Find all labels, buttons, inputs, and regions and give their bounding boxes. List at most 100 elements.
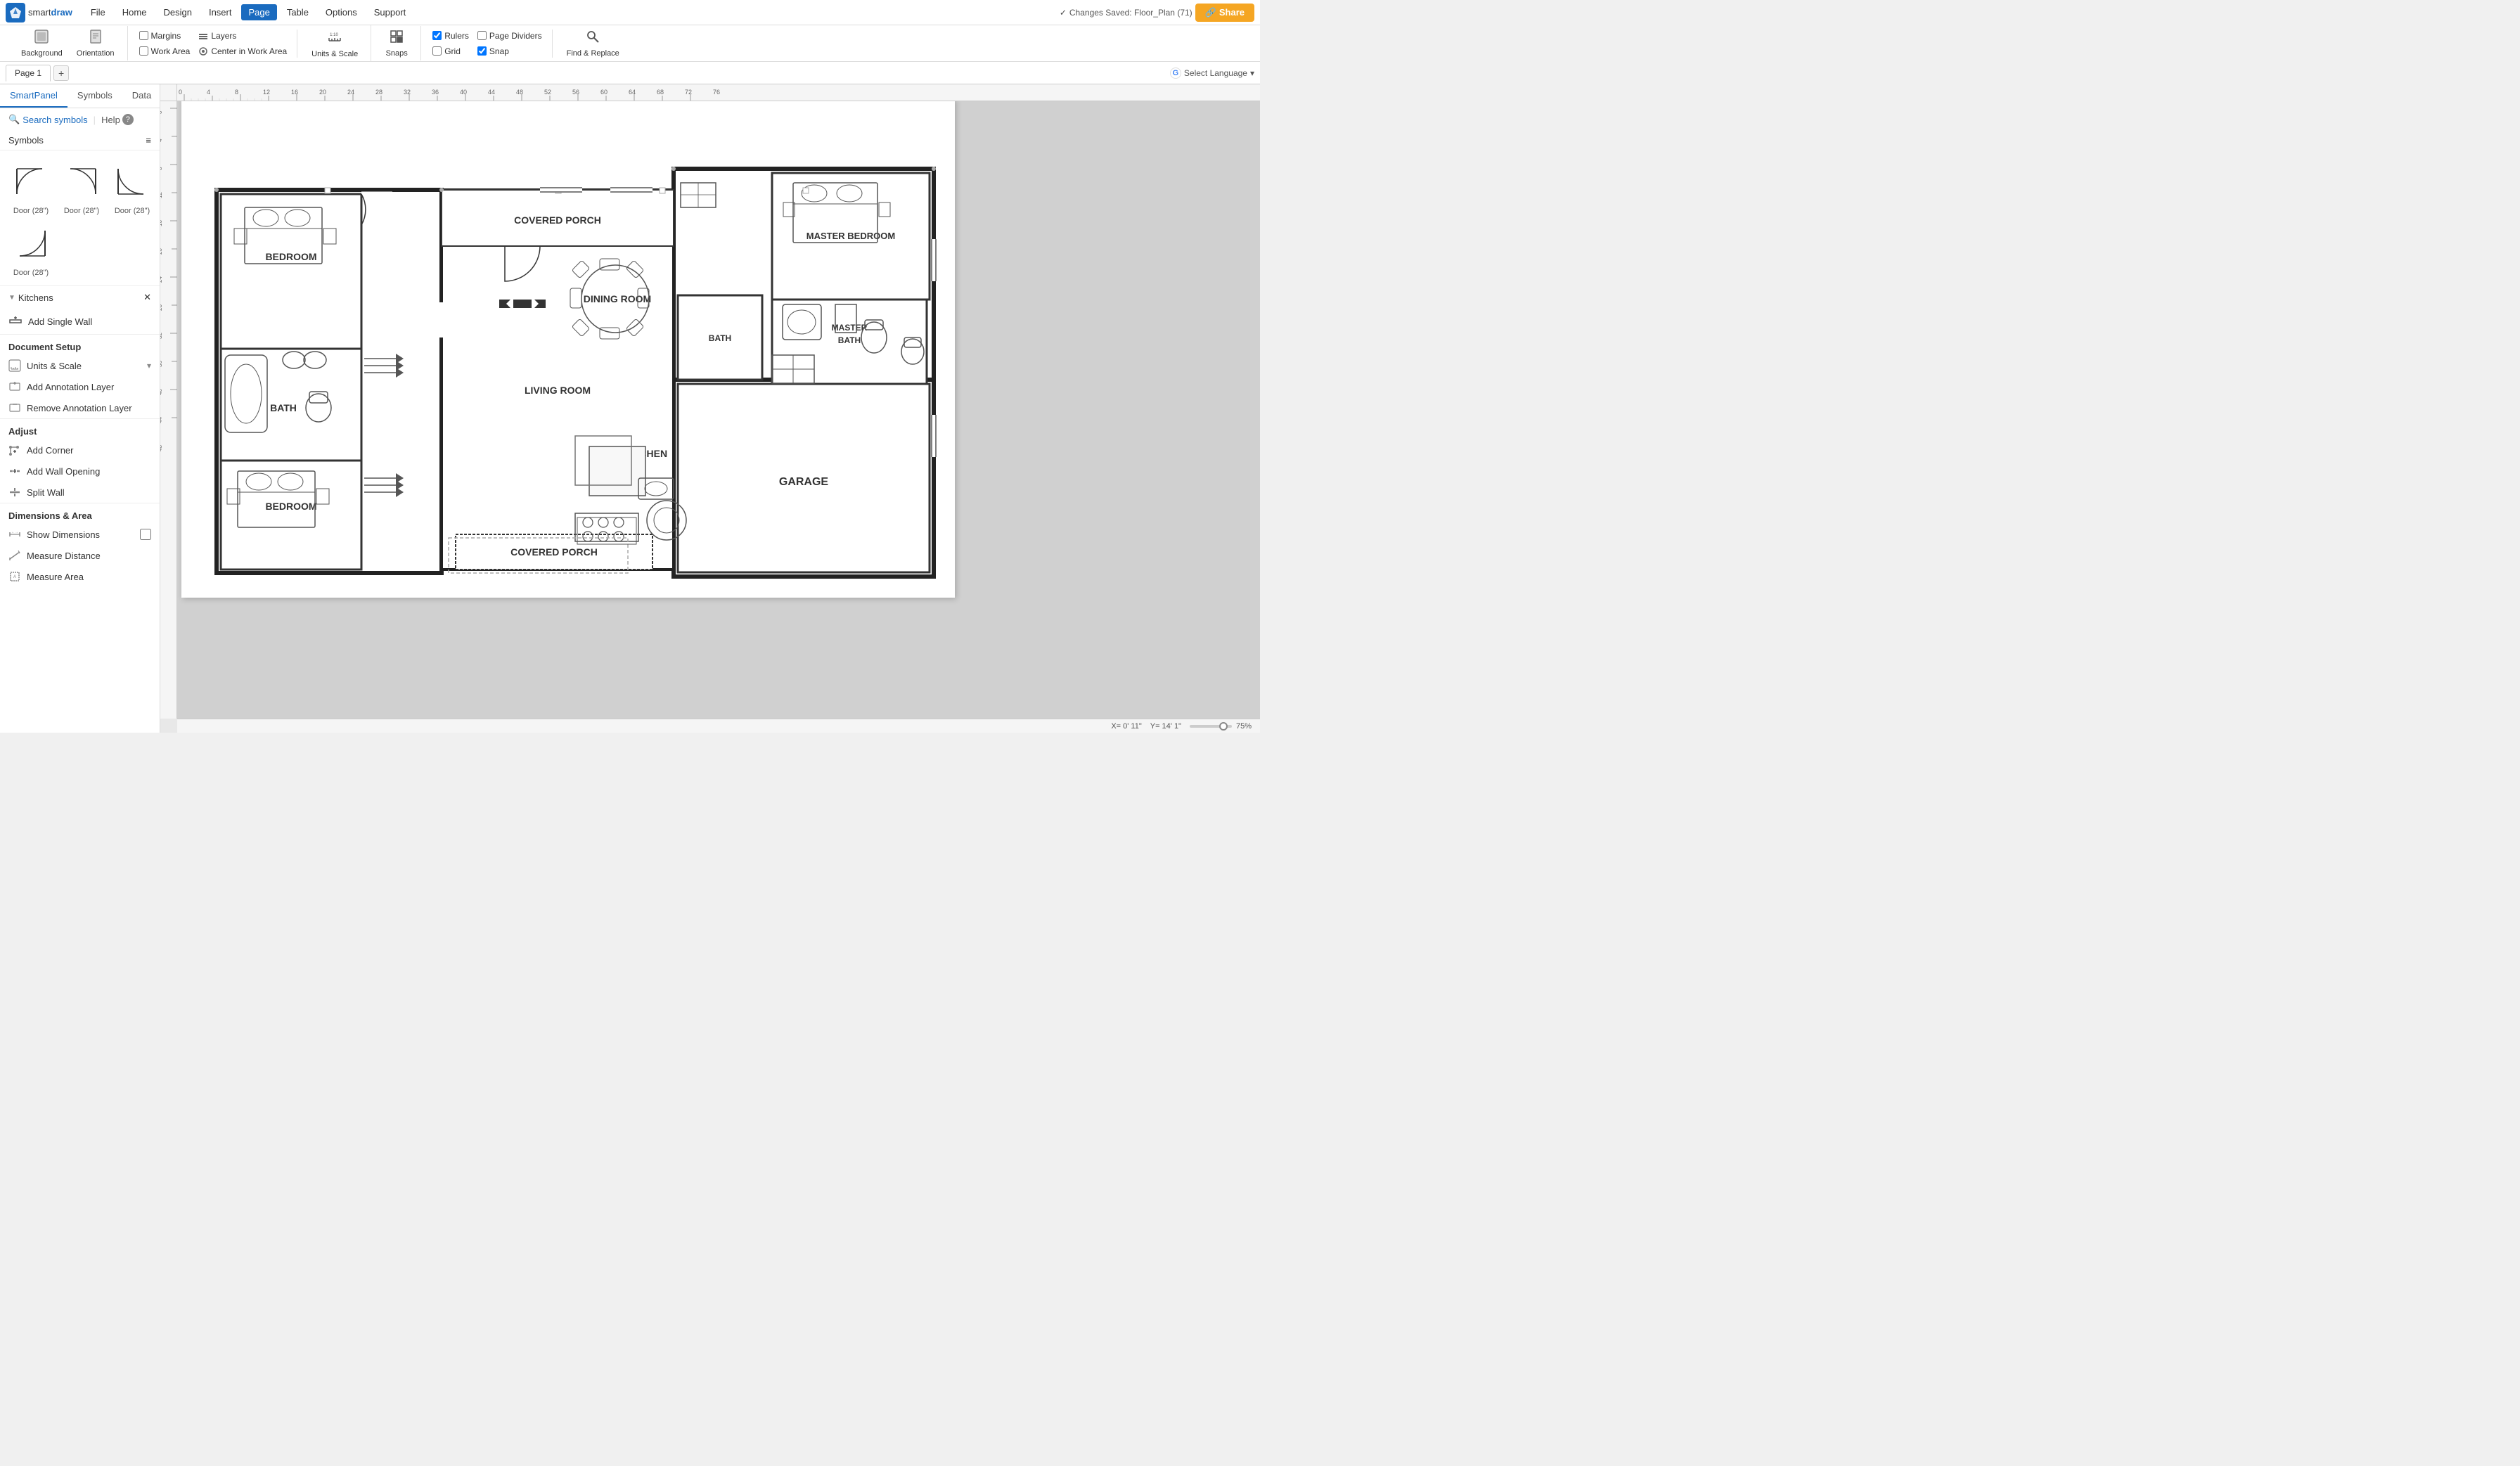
add-annotation-icon	[8, 380, 21, 393]
nav-page[interactable]: Page	[241, 4, 276, 20]
symbol-door-1[interactable]: Door (28")	[8, 159, 53, 215]
tab-symbols[interactable]: Symbols	[68, 84, 122, 108]
kitchens-close-icon[interactable]: ✕	[143, 292, 151, 303]
measure-distance-button[interactable]: Measure Distance	[0, 545, 160, 566]
measure-area-button[interactable]: A Measure Area	[0, 566, 160, 587]
remove-annotation-layer-button[interactable]: Remove Annotation Layer	[0, 397, 160, 418]
nav-home[interactable]: Home	[115, 4, 154, 20]
svg-text:28: 28	[160, 304, 163, 311]
x-coordinate: X= 0' 11"	[1111, 722, 1141, 731]
layers-icon	[198, 31, 208, 41]
select-language[interactable]: G Select Language ▾	[1170, 67, 1254, 79]
nav-options[interactable]: Options	[319, 4, 364, 20]
svg-text:8: 8	[235, 89, 238, 96]
symbol-door-4[interactable]: Door (28")	[8, 221, 53, 277]
orientation-button[interactable]: Orientation	[71, 26, 120, 60]
door-shape-1	[8, 159, 53, 204]
center-work-area-row[interactable]: Center in Work Area	[195, 45, 290, 58]
svg-text:COVERED PORCH: COVERED PORCH	[514, 214, 601, 226]
grid-check[interactable]: Grid	[430, 45, 472, 58]
svg-text:12: 12	[160, 192, 163, 198]
units-scale-chevron: ▾	[147, 361, 151, 371]
nav-design[interactable]: Design	[156, 4, 198, 20]
show-dimensions-icon: ←→	[8, 528, 21, 541]
svg-text:56: 56	[572, 89, 579, 96]
nav-insert[interactable]: Insert	[202, 4, 239, 20]
zoom-control: 75%	[1190, 722, 1252, 731]
snap-check[interactable]: Snap	[475, 45, 545, 58]
canvas-area[interactable]: 0 4 8 12 16 20 24 28 32 36 40 44 48 52 5…	[160, 84, 1260, 733]
find-replace-button[interactable]: Find & Replace	[561, 26, 625, 60]
tab-data[interactable]: Data	[122, 84, 160, 108]
add-page-button[interactable]: +	[53, 65, 69, 81]
toolbar-group-units: 1:10 Units & Scale	[299, 25, 371, 61]
remove-annotation-icon	[8, 401, 21, 414]
svg-text:44: 44	[160, 417, 163, 423]
chevron-down-icon: ▾	[1250, 68, 1254, 78]
split-wall-button[interactable]: Split Wall	[0, 482, 160, 503]
add-wall-opening-icon	[8, 465, 21, 477]
status-bar: X= 0' 11" Y= 14' 1" 75%	[177, 719, 1260, 733]
svg-text:60: 60	[600, 89, 608, 96]
main-content: SmartPanel Symbols Data ✕ 🔍 Search symbo…	[0, 84, 1260, 733]
share-button[interactable]: 🔗 Share	[1195, 4, 1254, 22]
add-single-wall-button[interactable]: Add Single Wall	[0, 309, 160, 334]
background-button[interactable]: Background	[15, 26, 68, 60]
snap-checkbox[interactable]	[477, 46, 487, 56]
svg-text:24: 24	[347, 89, 354, 96]
help-link[interactable]: Help ?	[101, 114, 134, 125]
snaps-button[interactable]: Snaps	[380, 26, 413, 60]
canvas-page[interactable]: BEDROOM BATH BEDROOM COVERED PORCH LIVIN…	[181, 98, 955, 598]
toolbar-group-snaps: Snaps	[373, 26, 421, 60]
svg-text:BATH: BATH	[838, 335, 861, 345]
units-scale-button[interactable]: 1:10 Units & Scale	[306, 25, 364, 61]
show-dimensions-checkbox[interactable]	[140, 529, 151, 540]
symbols-menu-icon[interactable]: ≡	[146, 135, 151, 146]
margins-check[interactable]: Margins	[136, 30, 193, 42]
symbol-door-2[interactable]: Door (28")	[59, 159, 104, 215]
add-corner-button[interactable]: Add Corner	[0, 439, 160, 461]
page-dividers-checkbox[interactable]	[477, 31, 487, 40]
toolbar-group-view: Rulers Grid Page Dividers Snap	[423, 30, 552, 58]
center-icon	[198, 46, 208, 56]
ruler-corner	[160, 84, 177, 101]
search-symbols-link[interactable]: 🔍 Search symbols	[8, 114, 88, 125]
svg-text:36: 36	[160, 361, 163, 367]
page-dividers-check[interactable]: Page Dividers	[475, 30, 545, 42]
zoom-slider-thumb[interactable]	[1219, 722, 1228, 731]
show-dimensions-row: ←→ Show Dimensions	[0, 524, 160, 545]
logo-text: smartdraw	[28, 7, 72, 18]
symbol-door-3[interactable]: Door (28")	[110, 159, 155, 215]
layers-row[interactable]: Layers	[195, 30, 290, 42]
zoom-slider[interactable]	[1190, 725, 1232, 728]
app-logo[interactable]: smartdraw	[6, 3, 72, 22]
nav-table[interactable]: Table	[280, 4, 316, 20]
rulers-check[interactable]: Rulers	[430, 30, 472, 42]
door-label-4: Door (28")	[13, 269, 49, 277]
svg-text:32: 32	[404, 89, 411, 96]
work-area-check[interactable]: Work Area	[136, 45, 193, 58]
nav-file[interactable]: File	[84, 4, 112, 20]
nav-support[interactable]: Support	[367, 4, 413, 20]
tab-smartpanel[interactable]: SmartPanel	[0, 84, 68, 108]
svg-text:DINING ROOM: DINING ROOM	[584, 293, 651, 304]
kitchens-header[interactable]: ▼ Kitchens ✕	[0, 286, 160, 309]
units-scale-row[interactable]: Units & Scale ▾	[0, 355, 160, 376]
symbols-header: Symbols ≡	[0, 131, 160, 150]
measure-area-icon: A	[8, 570, 21, 583]
page-tab-1[interactable]: Page 1	[6, 65, 51, 82]
svg-text:72: 72	[685, 89, 692, 96]
logo-icon	[6, 3, 25, 22]
work-area-checkbox[interactable]	[139, 46, 148, 56]
toolbar: Background Orientation Margins Work Area…	[0, 25, 1260, 62]
svg-text:40: 40	[460, 89, 467, 96]
floor-plan-svg[interactable]: BEDROOM BATH BEDROOM COVERED PORCH LIVIN…	[181, 98, 955, 598]
svg-text:68: 68	[657, 89, 664, 96]
grid-checkbox[interactable]	[432, 46, 442, 56]
rulers-checkbox[interactable]	[432, 31, 442, 40]
add-wall-icon	[8, 314, 22, 328]
margins-checkbox[interactable]	[139, 31, 148, 40]
svg-text:16: 16	[291, 89, 298, 96]
add-wall-opening-button[interactable]: Add Wall Opening	[0, 461, 160, 482]
add-annotation-layer-button[interactable]: Add Annotation Layer	[0, 376, 160, 397]
